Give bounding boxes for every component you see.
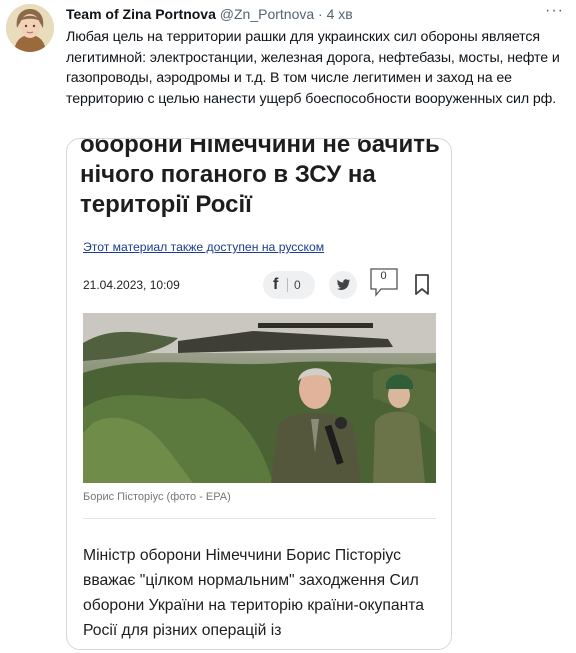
photo-caption: Борис Пісторіус (фото - EPA) xyxy=(83,491,231,503)
avatar-portrait-icon xyxy=(6,4,54,52)
comment-count: 0 xyxy=(380,270,387,282)
tweet-header: Team of Zina Portnova @Zn_Portnova · 4 х… xyxy=(66,5,546,23)
twitter-bird-icon xyxy=(337,279,351,290)
facebook-share-count: 0 xyxy=(294,278,301,292)
pill-divider xyxy=(287,278,288,292)
tweet-text: Любая цель на территории рашки для украи… xyxy=(66,29,560,107)
tweet-time[interactable]: 4 хв xyxy=(327,6,353,22)
twitter-share-button[interactable] xyxy=(329,271,357,299)
embedded-screenshot[interactable]: оборони Німеччини не бачить нічого поган… xyxy=(66,138,452,650)
facebook-share-button[interactable]: f 0 xyxy=(263,271,315,299)
bookmark-button[interactable] xyxy=(413,273,431,297)
facebook-icon: f xyxy=(273,276,279,293)
caption-divider xyxy=(83,518,436,519)
meta-separator: · xyxy=(318,6,323,22)
author-handle[interactable]: @Zn_Portnova xyxy=(220,6,314,22)
article-date: 21.04.2023, 10:09 xyxy=(83,278,180,292)
article-photo-image xyxy=(83,313,436,483)
article-photo[interactable] xyxy=(83,313,436,483)
author-name[interactable]: Team of Zina Portnova xyxy=(66,6,216,22)
article-body: Міністр оборони Німеччини Борис Пісторіу… xyxy=(83,547,424,639)
article-title: оборони Німеччини не бачить нічого поган… xyxy=(80,138,440,218)
bookmark-icon xyxy=(415,274,429,295)
avatar[interactable] xyxy=(6,4,54,52)
russian-version-link[interactable]: Этот материал также доступен на русском xyxy=(83,240,324,254)
comment-button[interactable]: 0 xyxy=(369,267,401,301)
more-options-icon[interactable]: ··· xyxy=(545,2,564,20)
